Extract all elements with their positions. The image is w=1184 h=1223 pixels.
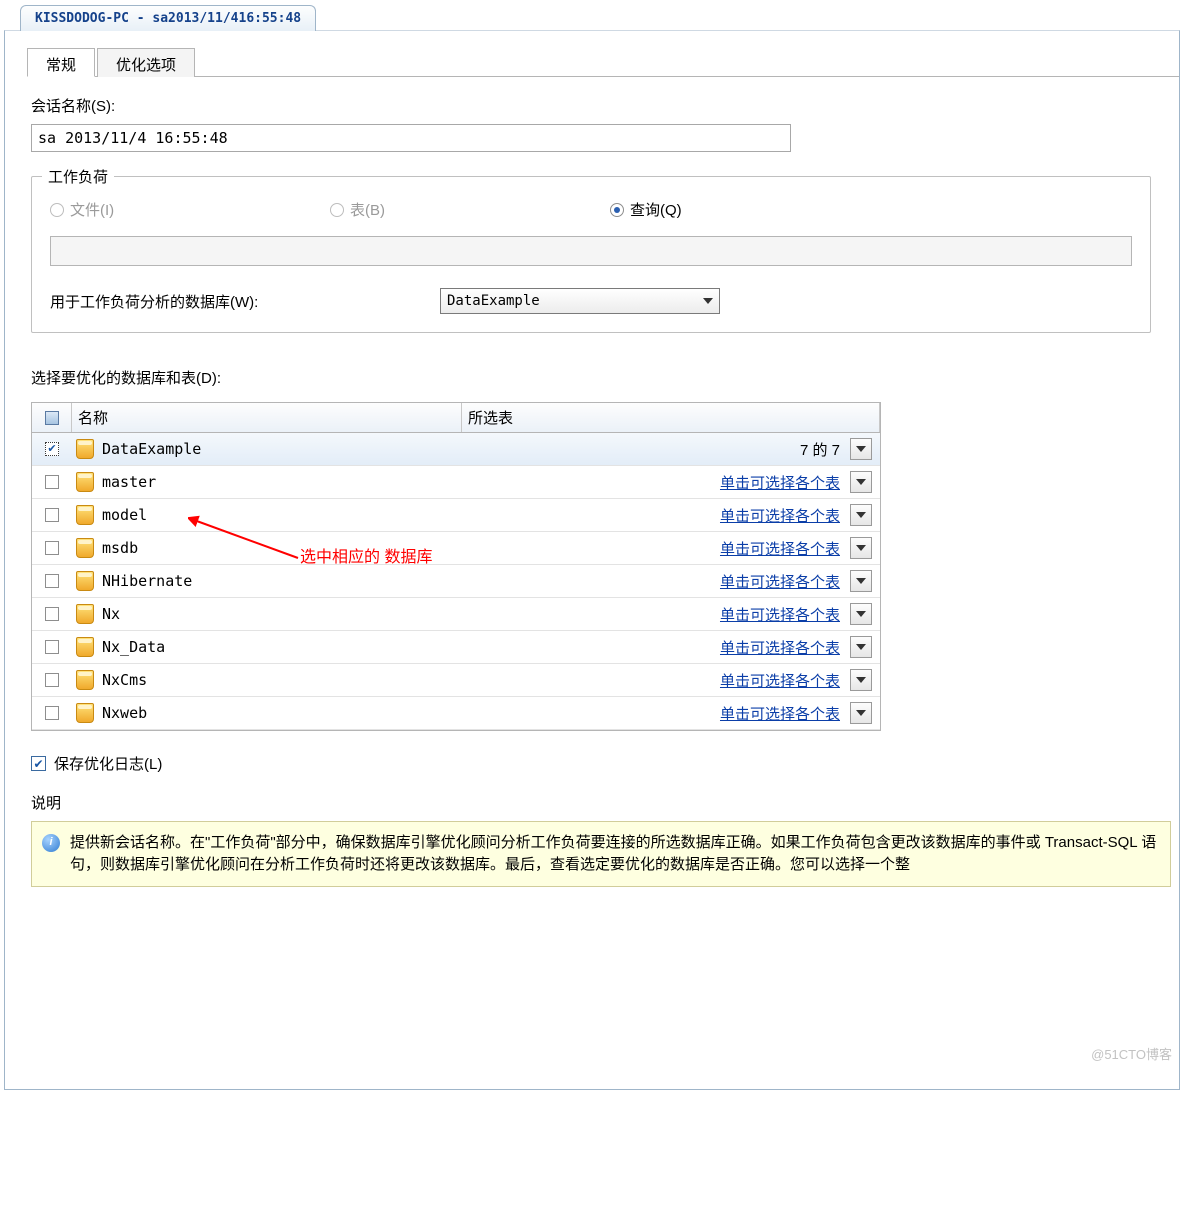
inner-tabbar: 常规 优化选项 (27, 47, 1179, 77)
description-label: 说明 (31, 792, 1175, 813)
select-tables-link[interactable]: 单击可选择各个表 (720, 472, 840, 493)
table-dropdown-button[interactable] (850, 603, 872, 625)
chevron-down-icon (856, 644, 866, 650)
workload-group: 工作负荷 文件(I) 表(B) 查询(Q) (31, 176, 1151, 333)
db-name: model (102, 506, 147, 524)
db-name: master (102, 473, 156, 491)
table-row[interactable]: NxCms 单击可选择各个表 (32, 664, 880, 697)
chevron-down-icon (856, 545, 866, 551)
database-icon (76, 439, 94, 459)
table-dropdown-button[interactable] (850, 537, 872, 559)
outer-frame: 常规 优化选项 会话名称(S): 工作负荷 文件(I) 表(B) (4, 30, 1180, 1090)
row-checkbox[interactable] (45, 541, 59, 555)
db-name: Nxweb (102, 704, 147, 722)
row-checkbox[interactable] (45, 508, 59, 522)
table-dropdown-button[interactable] (850, 438, 872, 460)
session-name-label: 会话名称(S): (31, 95, 1175, 116)
tab-tuning-options[interactable]: 优化选项 (97, 48, 195, 77)
radio-file-label: 文件(I) (70, 199, 114, 220)
select-tables-link[interactable]: 单击可选择各个表 (720, 538, 840, 559)
table-row[interactable]: ✔ DataExample 7 的 7 (32, 433, 880, 466)
radio-query[interactable]: 查询(Q) (610, 199, 682, 220)
select-tables-link[interactable]: 单击可选择各个表 (720, 703, 840, 724)
save-log-checkbox[interactable]: ✔ (31, 756, 46, 771)
description-box: i 提供新会话名称。在"工作负荷"部分中，确保数据库引擎优化顾问分析工作负荷要连… (31, 821, 1171, 887)
select-tables-link[interactable]: 单击可选择各个表 (720, 637, 840, 658)
selected-count: 7 的 7 (800, 439, 840, 460)
radio-icon (50, 203, 64, 217)
database-icon (76, 637, 94, 657)
table-row[interactable]: Nx 单击可选择各个表 (32, 598, 880, 631)
row-checkbox[interactable] (45, 475, 59, 489)
analysis-db-select[interactable]: DataExample (440, 288, 720, 314)
table-row[interactable]: Nxweb 单击可选择各个表 (32, 697, 880, 730)
info-icon: i (42, 834, 60, 852)
db-name: Nx (102, 605, 120, 623)
chevron-down-icon (856, 446, 866, 452)
chevron-down-icon (856, 479, 866, 485)
row-checkbox[interactable] (45, 673, 59, 687)
chevron-down-icon (856, 677, 866, 683)
chevron-down-icon (856, 611, 866, 617)
select-tables-link[interactable]: 单击可选择各个表 (720, 670, 840, 691)
select-db-label: 选择要优化的数据库和表(D): (31, 367, 1175, 388)
analysis-db-value: DataExample (447, 293, 540, 309)
session-name-input[interactable] (31, 124, 791, 152)
table-dropdown-button[interactable] (850, 471, 872, 493)
database-icon (76, 703, 94, 723)
table-dropdown-button[interactable] (850, 504, 872, 526)
db-name: DataExample (102, 440, 201, 458)
database-icon (76, 505, 94, 525)
table-dropdown-button[interactable] (850, 570, 872, 592)
database-icon (76, 604, 94, 624)
table-row[interactable]: master 单击可选择各个表 (32, 466, 880, 499)
row-checkbox[interactable] (45, 574, 59, 588)
radio-table-label: 表(B) (350, 199, 385, 220)
select-tables-link[interactable]: 单击可选择各个表 (720, 505, 840, 526)
col-name[interactable]: 名称 (72, 403, 462, 432)
select-tables-link[interactable]: 单击可选择各个表 (720, 571, 840, 592)
table-row[interactable]: Nx_Data 单击可选择各个表 (32, 631, 880, 664)
chevron-down-icon (856, 710, 866, 716)
db-name: NHibernate (102, 572, 192, 590)
chevron-down-icon (856, 578, 866, 584)
description-text: 提供新会话名称。在"工作负荷"部分中，确保数据库引擎优化顾问分析工作负荷要连接的… (70, 832, 1160, 876)
table-row[interactable]: NHibernate 单击可选择各个表 (32, 565, 880, 598)
database-icon (76, 472, 94, 492)
row-checkbox[interactable] (45, 607, 59, 621)
workload-path-input[interactable] (50, 236, 1132, 266)
col-selected-tables[interactable]: 所选表 (462, 403, 880, 432)
database-icon (76, 571, 94, 591)
save-log-label: 保存优化日志(L) (54, 753, 162, 774)
radio-file: 文件(I) (50, 199, 330, 220)
row-checkbox[interactable]: ✔ (45, 442, 59, 456)
radio-query-label: 查询(Q) (630, 199, 682, 220)
connection-tab[interactable]: KISSDODOG-PC - sa2013/11/416:55:48 (20, 5, 316, 31)
db-name: NxCms (102, 671, 147, 689)
table-dropdown-button[interactable] (850, 669, 872, 691)
database-icon (76, 670, 94, 690)
tab-general[interactable]: 常规 (27, 48, 95, 77)
workload-legend: 工作负荷 (42, 166, 114, 187)
watermark: @51CTO博客 (1091, 1044, 1172, 1063)
radio-table: 表(B) (330, 199, 610, 220)
database-icon (76, 538, 94, 558)
radio-icon (610, 203, 624, 217)
db-name: Nx_Data (102, 638, 165, 656)
table-row[interactable]: msdb 单击可选择各个表 (32, 532, 880, 565)
table-dropdown-button[interactable] (850, 702, 872, 724)
select-tables-link[interactable]: 单击可选择各个表 (720, 604, 840, 625)
table-header: 名称 所选表 (32, 403, 880, 433)
chevron-down-icon (703, 298, 713, 304)
table-dropdown-button[interactable] (850, 636, 872, 658)
chevron-down-icon (856, 512, 866, 518)
row-checkbox[interactable] (45, 640, 59, 654)
analysis-db-label: 用于工作负荷分析的数据库(W): (50, 291, 440, 312)
radio-icon (330, 203, 344, 217)
table-row[interactable]: model 单击可选择各个表 (32, 499, 880, 532)
row-checkbox[interactable] (45, 706, 59, 720)
database-table: 名称 所选表 ✔DataExample7 的 7master单击可选择各个表mo… (31, 402, 881, 731)
header-checkbox-icon[interactable] (45, 411, 59, 425)
db-name: msdb (102, 539, 138, 557)
